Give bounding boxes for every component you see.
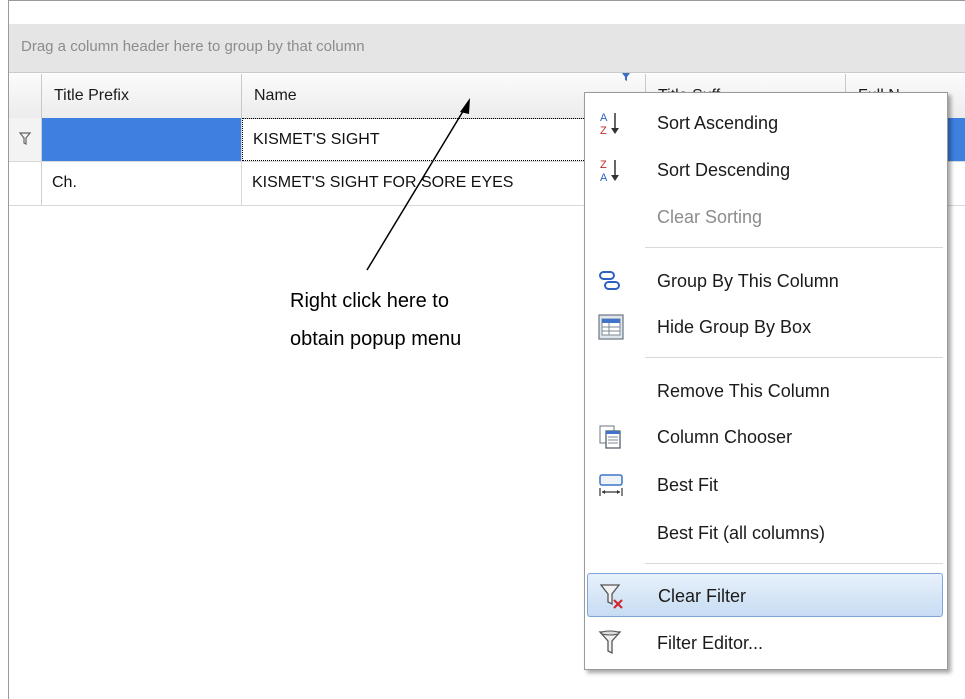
menu-item-label: Filter Editor... [657, 633, 764, 653]
menu-item-sort-descending[interactable]: Z A Sort Descending [587, 148, 943, 192]
annotation-line1: Right click here to [290, 290, 449, 312]
menu-item-label: Best Fit (all columns) [657, 523, 826, 543]
column-context-menu: A Z Sort Ascending Z A Sort Descending C… [584, 92, 948, 670]
menu-item-filter-editor[interactable]: Filter Editor... [587, 621, 943, 665]
clear-filter-icon [599, 584, 623, 609]
best-fit-icon [599, 474, 623, 496]
menu-separator [645, 357, 943, 358]
menu-item-label: Column Chooser [657, 427, 793, 447]
menu-item-remove-column[interactable]: Remove This Column [587, 369, 943, 413]
menu-item-clear-filter[interactable]: Clear Filter [587, 573, 943, 617]
menu-item-column-chooser[interactable]: Column Chooser [587, 415, 943, 459]
menu-item-group-by-column[interactable]: Group By This Column [587, 259, 943, 303]
menu-item-label: Clear Filter [658, 586, 747, 606]
menu-item-label: Remove This Column [657, 381, 830, 401]
menu-item-sort-ascending[interactable]: A Z Sort Ascending [587, 101, 943, 145]
menu-item-label: Sort Descending [657, 160, 791, 180]
menu-separator [645, 563, 943, 564]
menu-item-best-fit[interactable]: Best Fit [587, 463, 943, 507]
sort-ascending-icon: A Z [600, 112, 619, 137]
svg-text:A: A [600, 112, 608, 124]
svg-text:Z: Z [600, 125, 607, 137]
menu-item-hide-group-by-box[interactable]: Hide Group By Box [587, 305, 943, 349]
annotation-line2: obtain popup menu [290, 328, 462, 350]
menu-item-label: Sort Ascending [657, 113, 779, 133]
svg-text:A: A [600, 172, 608, 184]
filter-editor-icon [598, 630, 622, 655]
group-box-icon [598, 314, 624, 340]
menu-item-best-fit-all[interactable]: Best Fit (all columns) [587, 511, 943, 555]
menu-item-label: Best Fit [657, 475, 719, 495]
menu-item-label: Clear Sorting [657, 207, 763, 227]
menu-item-clear-sorting[interactable]: Clear Sorting [587, 195, 943, 239]
menu-separator [645, 247, 943, 248]
column-chooser-icon [599, 425, 621, 449]
svg-text:Z: Z [600, 159, 607, 171]
menu-item-label: Group By This Column [657, 271, 839, 291]
sort-descending-icon: Z A [600, 159, 619, 184]
menu-item-label: Hide Group By Box [657, 317, 812, 337]
group-by-icon [599, 271, 620, 290]
